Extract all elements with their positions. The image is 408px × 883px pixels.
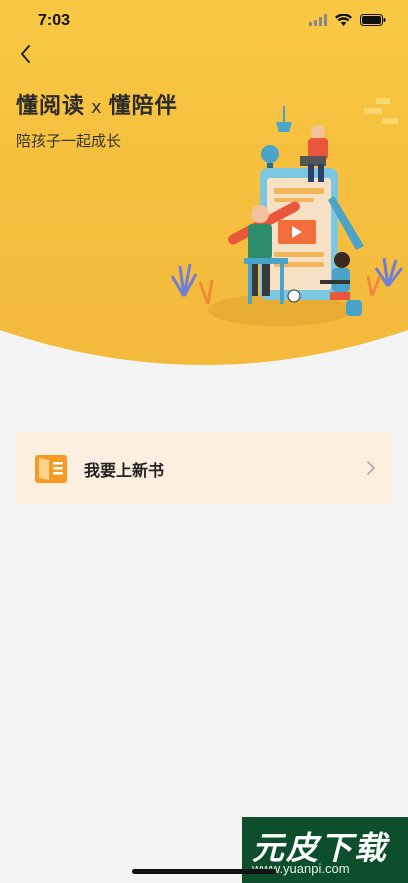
add-new-book-label: 我要上新书 bbox=[84, 461, 165, 480]
status-icons bbox=[309, 14, 386, 26]
wifi-icon bbox=[335, 14, 352, 26]
chevron-left-icon bbox=[21, 45, 30, 63]
title-left: 懂阅读 bbox=[16, 94, 86, 119]
back-button[interactable] bbox=[14, 40, 38, 68]
status-bar: 7:03 bbox=[0, 0, 408, 44]
reading-illustration bbox=[170, 98, 404, 326]
page-subtitle: 陪孩子一起成长 bbox=[16, 132, 122, 150]
add-new-book-item[interactable]: 我要上新书 bbox=[15, 432, 392, 504]
open-book-icon bbox=[35, 455, 67, 483]
page-title: 懂阅读 x 懂陪伴 bbox=[16, 88, 178, 120]
chevron-right-icon bbox=[367, 461, 375, 475]
home-indicator[interactable] bbox=[132, 869, 276, 874]
battery-icon bbox=[360, 14, 386, 26]
status-time: 7:03 bbox=[38, 12, 71, 29]
signal-icon bbox=[309, 14, 327, 26]
title-separator: x bbox=[91, 97, 103, 118]
